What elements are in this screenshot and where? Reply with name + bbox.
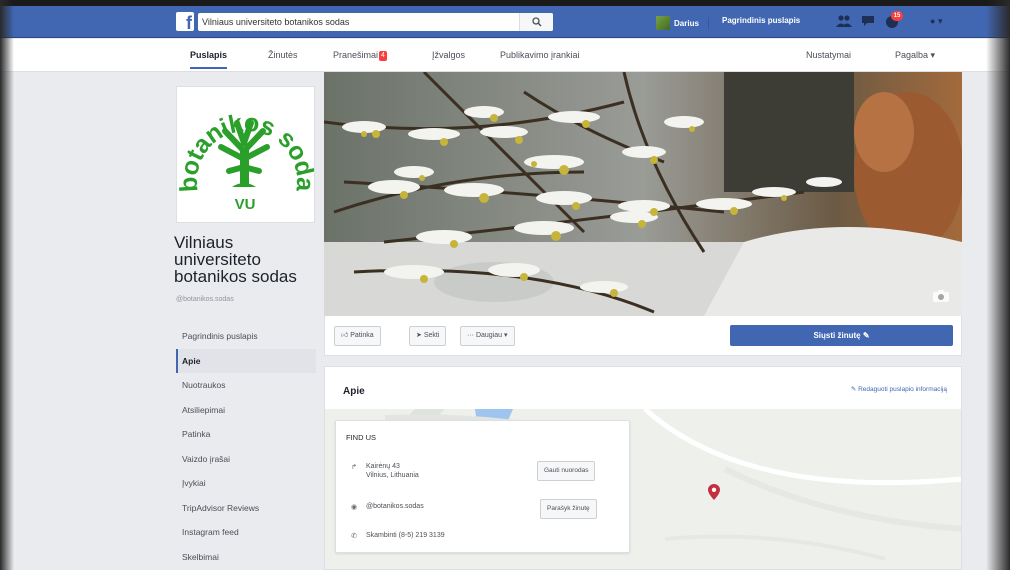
address-row: ↱ Kairėnų 43 Vilnius, Lithuania bbox=[350, 463, 419, 479]
location-arrow-icon: ↱ bbox=[351, 464, 357, 471]
page-tabs: Puslapis Žinutės Pranešimai 4 Įžvalgos Pu… bbox=[0, 39, 1010, 72]
like-label: Patinka bbox=[350, 332, 374, 339]
sidebar-item-ads[interactable]: Skelbimai bbox=[176, 545, 316, 570]
camera-icon[interactable] bbox=[932, 290, 950, 304]
tab-insights[interactable]: Įžvalgos bbox=[432, 39, 465, 72]
thumbs-up-icon: 👍︎ bbox=[341, 332, 351, 339]
search-input[interactable] bbox=[202, 14, 512, 30]
address-street: Kairėnų 43 bbox=[366, 463, 400, 470]
phone-icon: ✆ bbox=[351, 533, 357, 540]
snowy-forsythia-photo bbox=[324, 72, 962, 316]
divider bbox=[708, 17, 709, 29]
sidebar-item-photos[interactable]: Nuotraukos bbox=[176, 373, 316, 398]
send-message-small-button[interactable]: Parašyk žinutę bbox=[540, 499, 597, 519]
pencil-icon: ✎ bbox=[862, 331, 870, 340]
search-bar[interactable] bbox=[198, 13, 553, 31]
search-button[interactable] bbox=[519, 13, 553, 31]
like-button[interactable]: 👍︎ Patinka bbox=[334, 326, 381, 346]
phone-number[interactable]: Skambinti (8-5) 219 3139 bbox=[366, 532, 445, 540]
get-directions-button[interactable]: Gauti nuorodas bbox=[537, 461, 596, 481]
garden-logo: botanikos sodas VU bbox=[170, 65, 319, 213]
find-us-title: FIND US bbox=[346, 433, 376, 442]
user-name: Darius bbox=[674, 18, 699, 28]
chevron-down-icon: ▾ bbox=[937, 16, 943, 26]
edit-page-info-link[interactable]: ✎ Redaguoti puslapio informaciją bbox=[851, 385, 947, 393]
profile-link[interactable]: Darius bbox=[656, 16, 699, 30]
topbar-icons: 15 bbox=[836, 11, 903, 29]
ellipsis-icon: ··· bbox=[467, 332, 476, 339]
sidebar-item-home[interactable]: Pagrindinis puslapis bbox=[176, 324, 316, 349]
section-title: Apie bbox=[343, 386, 365, 397]
address-city: Vilnius, Lithuania bbox=[366, 472, 419, 479]
sidebar-item-events[interactable]: Įvykiai bbox=[176, 471, 316, 496]
tab-notifications[interactable]: Pranešimai 4 bbox=[333, 39, 387, 72]
tab-page[interactable]: Puslapis bbox=[190, 39, 228, 72]
follow-button[interactable]: ➤ Sekti bbox=[409, 326, 447, 346]
screen-bezel-left bbox=[0, 0, 14, 570]
more-button[interactable]: ··· Daugiau ▾ bbox=[460, 326, 515, 346]
search-icon bbox=[531, 17, 541, 27]
notifications-icon[interactable]: 15 bbox=[884, 11, 903, 29]
sidebar-item-videos[interactable]: Vaizdo įrašai bbox=[176, 447, 316, 472]
cover-photo[interactable] bbox=[324, 72, 962, 316]
facebook-logo[interactable]: f bbox=[176, 12, 194, 31]
profile-picture[interactable]: botanikos sodas VU bbox=[170, 65, 320, 223]
tab-settings[interactable]: Nustatymai bbox=[806, 39, 851, 72]
send-message-label: Siųsti žinutę bbox=[813, 331, 861, 340]
home-link[interactable]: Pagrindinis puslapis bbox=[722, 16, 800, 25]
send-message-button[interactable]: Siųsti žinutę ✎ bbox=[730, 325, 953, 346]
notifications-count-badge: 4 bbox=[379, 50, 387, 61]
sidebar-item-reviews[interactable]: Atsiliepimai bbox=[176, 398, 316, 423]
page-action-bar: 👍︎ Patinka ➤ Sekti ··· Daugiau ▾ Siųsti … bbox=[324, 316, 962, 356]
avatar bbox=[656, 16, 670, 30]
tab-help[interactable]: Pagalba ▾ bbox=[895, 39, 935, 72]
more-label: Daugiau ▾ bbox=[475, 332, 508, 339]
page-title: Vilniaus universiteto botanikos sodas bbox=[174, 233, 297, 286]
tab-notifications-label: Pranešimai bbox=[333, 50, 379, 60]
messenger-icon: ◉ bbox=[350, 504, 358, 511]
messenger-row: ◉ @botanikos.sodas bbox=[350, 503, 424, 511]
account-menu[interactable]: ● ▾ bbox=[930, 16, 942, 27]
tab-inbox[interactable]: Žinutės bbox=[268, 39, 298, 72]
sidebar-item-instagram[interactable]: Instagram feed bbox=[176, 520, 316, 545]
edit-page-info-label: Redaguoti puslapio informaciją bbox=[858, 386, 947, 393]
phone-row: ✆ Skambinti (8-5) 219 3139 bbox=[350, 532, 445, 540]
tab-publishing-tools[interactable]: Publikavimo įrankiai bbox=[500, 39, 580, 72]
map-pin-icon[interactable] bbox=[708, 484, 720, 500]
messages-icon[interactable] bbox=[860, 15, 876, 29]
sidebar-item-likes[interactable]: Patinka bbox=[176, 422, 316, 447]
top-navigation-bar: f Darius Pagrindinis puslapis 15 ● ▾ bbox=[0, 6, 1010, 38]
friend-requests-icon[interactable] bbox=[836, 15, 852, 29]
sidebar-item-tripadvisor[interactable]: TripAdvisor Reviews bbox=[176, 496, 316, 521]
screen-bezel-right bbox=[970, 0, 1010, 570]
messenger-handle[interactable]: @botanikos.sodas bbox=[366, 503, 424, 511]
page-left-navigation: Pagrindinis puslapis Apie Nuotraukos Ats… bbox=[176, 324, 316, 569]
help-icon: ● bbox=[930, 16, 936, 26]
notifications-badge: 15 bbox=[891, 11, 903, 21]
sidebar-item-about[interactable]: Apie bbox=[176, 348, 316, 373]
rss-icon: ➤ bbox=[416, 332, 424, 339]
vu-label: VU bbox=[235, 196, 256, 213]
follow-label: Sekti bbox=[423, 332, 440, 339]
page-username[interactable]: @botanikos.sodas bbox=[176, 296, 234, 303]
find-us-card: FIND US ↱ Kairėnų 43 Vilnius, Lithuania … bbox=[335, 420, 630, 553]
